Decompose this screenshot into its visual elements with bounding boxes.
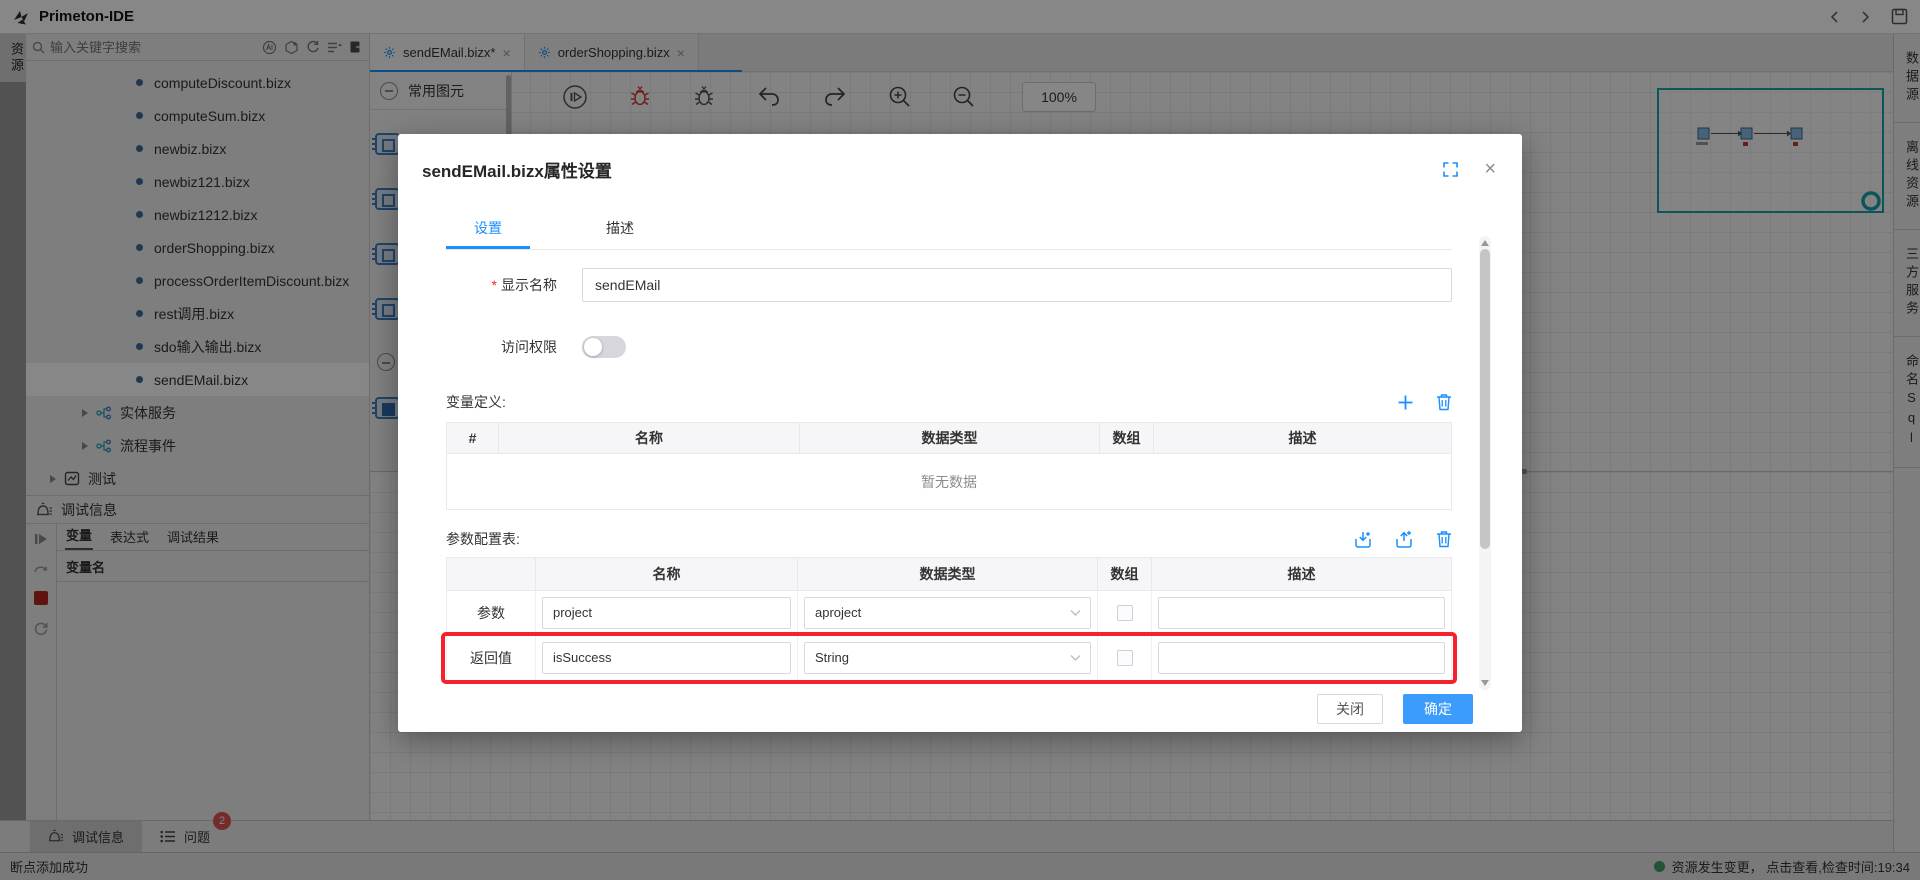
- display-name-input[interactable]: [582, 268, 1452, 302]
- column-header: 名称: [536, 558, 798, 590]
- primeton-ide-window: Primeton-IDE 资源: [0, 0, 1920, 880]
- variables-table-header: # 名称 数据类型 数组 描述: [446, 422, 1452, 454]
- selected-type: aproject: [815, 605, 861, 620]
- column-header: [447, 558, 536, 590]
- return-type-select[interactable]: String: [804, 642, 1091, 674]
- column-header: #: [447, 423, 499, 453]
- return-name-input[interactable]: [542, 642, 791, 674]
- param-desc-input[interactable]: [1158, 597, 1445, 629]
- scroll-up-icon[interactable]: [1481, 240, 1489, 246]
- array-checkbox[interactable]: [1117, 650, 1133, 666]
- display-name-row: *显示名称: [446, 268, 1452, 302]
- dialog-scrollbar[interactable]: [1479, 236, 1491, 690]
- row-kind-label: 返回值: [447, 635, 536, 680]
- close-dialog-icon[interactable]: ×: [1484, 159, 1496, 179]
- close-button[interactable]: 关闭: [1317, 694, 1383, 724]
- selected-type: String: [815, 650, 849, 665]
- params-table: 名称 数据类型 数组 描述 参数 aproject: [446, 557, 1452, 681]
- row-kind-label: 参数: [447, 591, 536, 634]
- column-header: 数组: [1098, 558, 1152, 590]
- return-desc-input[interactable]: [1158, 642, 1445, 674]
- column-header: 描述: [1154, 423, 1451, 453]
- dialog-body: *显示名称 访问权限 变量定义: # 名称 数据类型 数组: [398, 268, 1522, 681]
- return-row-highlighted: 返回值 String: [446, 635, 1452, 681]
- column-header: 数据类型: [798, 558, 1098, 590]
- chevron-down-icon: [1070, 609, 1081, 617]
- params-label: 参数配置表:: [446, 529, 520, 549]
- column-header: 描述: [1152, 558, 1451, 590]
- variables-label: 变量定义:: [446, 392, 506, 412]
- display-name-label: *显示名称: [446, 275, 557, 295]
- param-name-input[interactable]: [542, 597, 791, 629]
- properties-dialog: sendEMail.bizx属性设置 × 设置 描述 *显示名称 访问权限: [398, 134, 1522, 732]
- import-params-icon[interactable]: [1354, 530, 1373, 549]
- dialog-tabs: 设置 描述: [446, 210, 1452, 250]
- param-row: 参数 aproject: [446, 591, 1452, 635]
- array-checkbox[interactable]: [1117, 605, 1133, 621]
- params-table-header: 名称 数据类型 数组 描述: [446, 557, 1452, 591]
- dialog-tab-settings[interactable]: 设置: [446, 210, 530, 249]
- dialog-footer: 关闭 确定: [398, 681, 1522, 724]
- delete-params-icon[interactable]: [1436, 530, 1452, 548]
- export-params-icon[interactable]: [1395, 530, 1414, 549]
- required-asterisk: *: [492, 277, 497, 293]
- ok-button[interactable]: 确定: [1403, 694, 1473, 724]
- fullscreen-icon[interactable]: [1443, 162, 1458, 177]
- column-header: 数组: [1100, 423, 1154, 453]
- access-permission-toggle[interactable]: [582, 336, 626, 358]
- param-row-wrap: 参数 aproject: [446, 591, 1452, 635]
- dialog-title: sendEMail.bizx属性设置: [422, 157, 612, 182]
- column-header: 名称: [499, 423, 800, 453]
- scrollbar-thumb[interactable]: [1480, 249, 1490, 549]
- dialog-header: sendEMail.bizx属性设置 ×: [398, 134, 1522, 204]
- column-header: 数据类型: [800, 423, 1100, 453]
- add-variable-icon[interactable]: [1397, 394, 1414, 411]
- dialog-tab-description[interactable]: 描述: [578, 210, 662, 249]
- access-permission-row: 访问权限: [446, 336, 1452, 358]
- chevron-down-icon: [1070, 654, 1081, 662]
- params-section-header: 参数配置表:: [446, 529, 1452, 549]
- variables-table: # 名称 数据类型 数组 描述 暂无数据: [446, 422, 1452, 510]
- access-permission-label: 访问权限: [446, 337, 557, 357]
- variables-section-header: 变量定义:: [446, 392, 1452, 412]
- delete-variable-icon[interactable]: [1436, 393, 1452, 411]
- empty-state: 暂无数据: [446, 454, 1452, 510]
- return-row-wrap: 返回值 String: [446, 635, 1452, 681]
- scroll-down-icon[interactable]: [1481, 680, 1489, 686]
- param-type-select[interactable]: aproject: [804, 597, 1091, 629]
